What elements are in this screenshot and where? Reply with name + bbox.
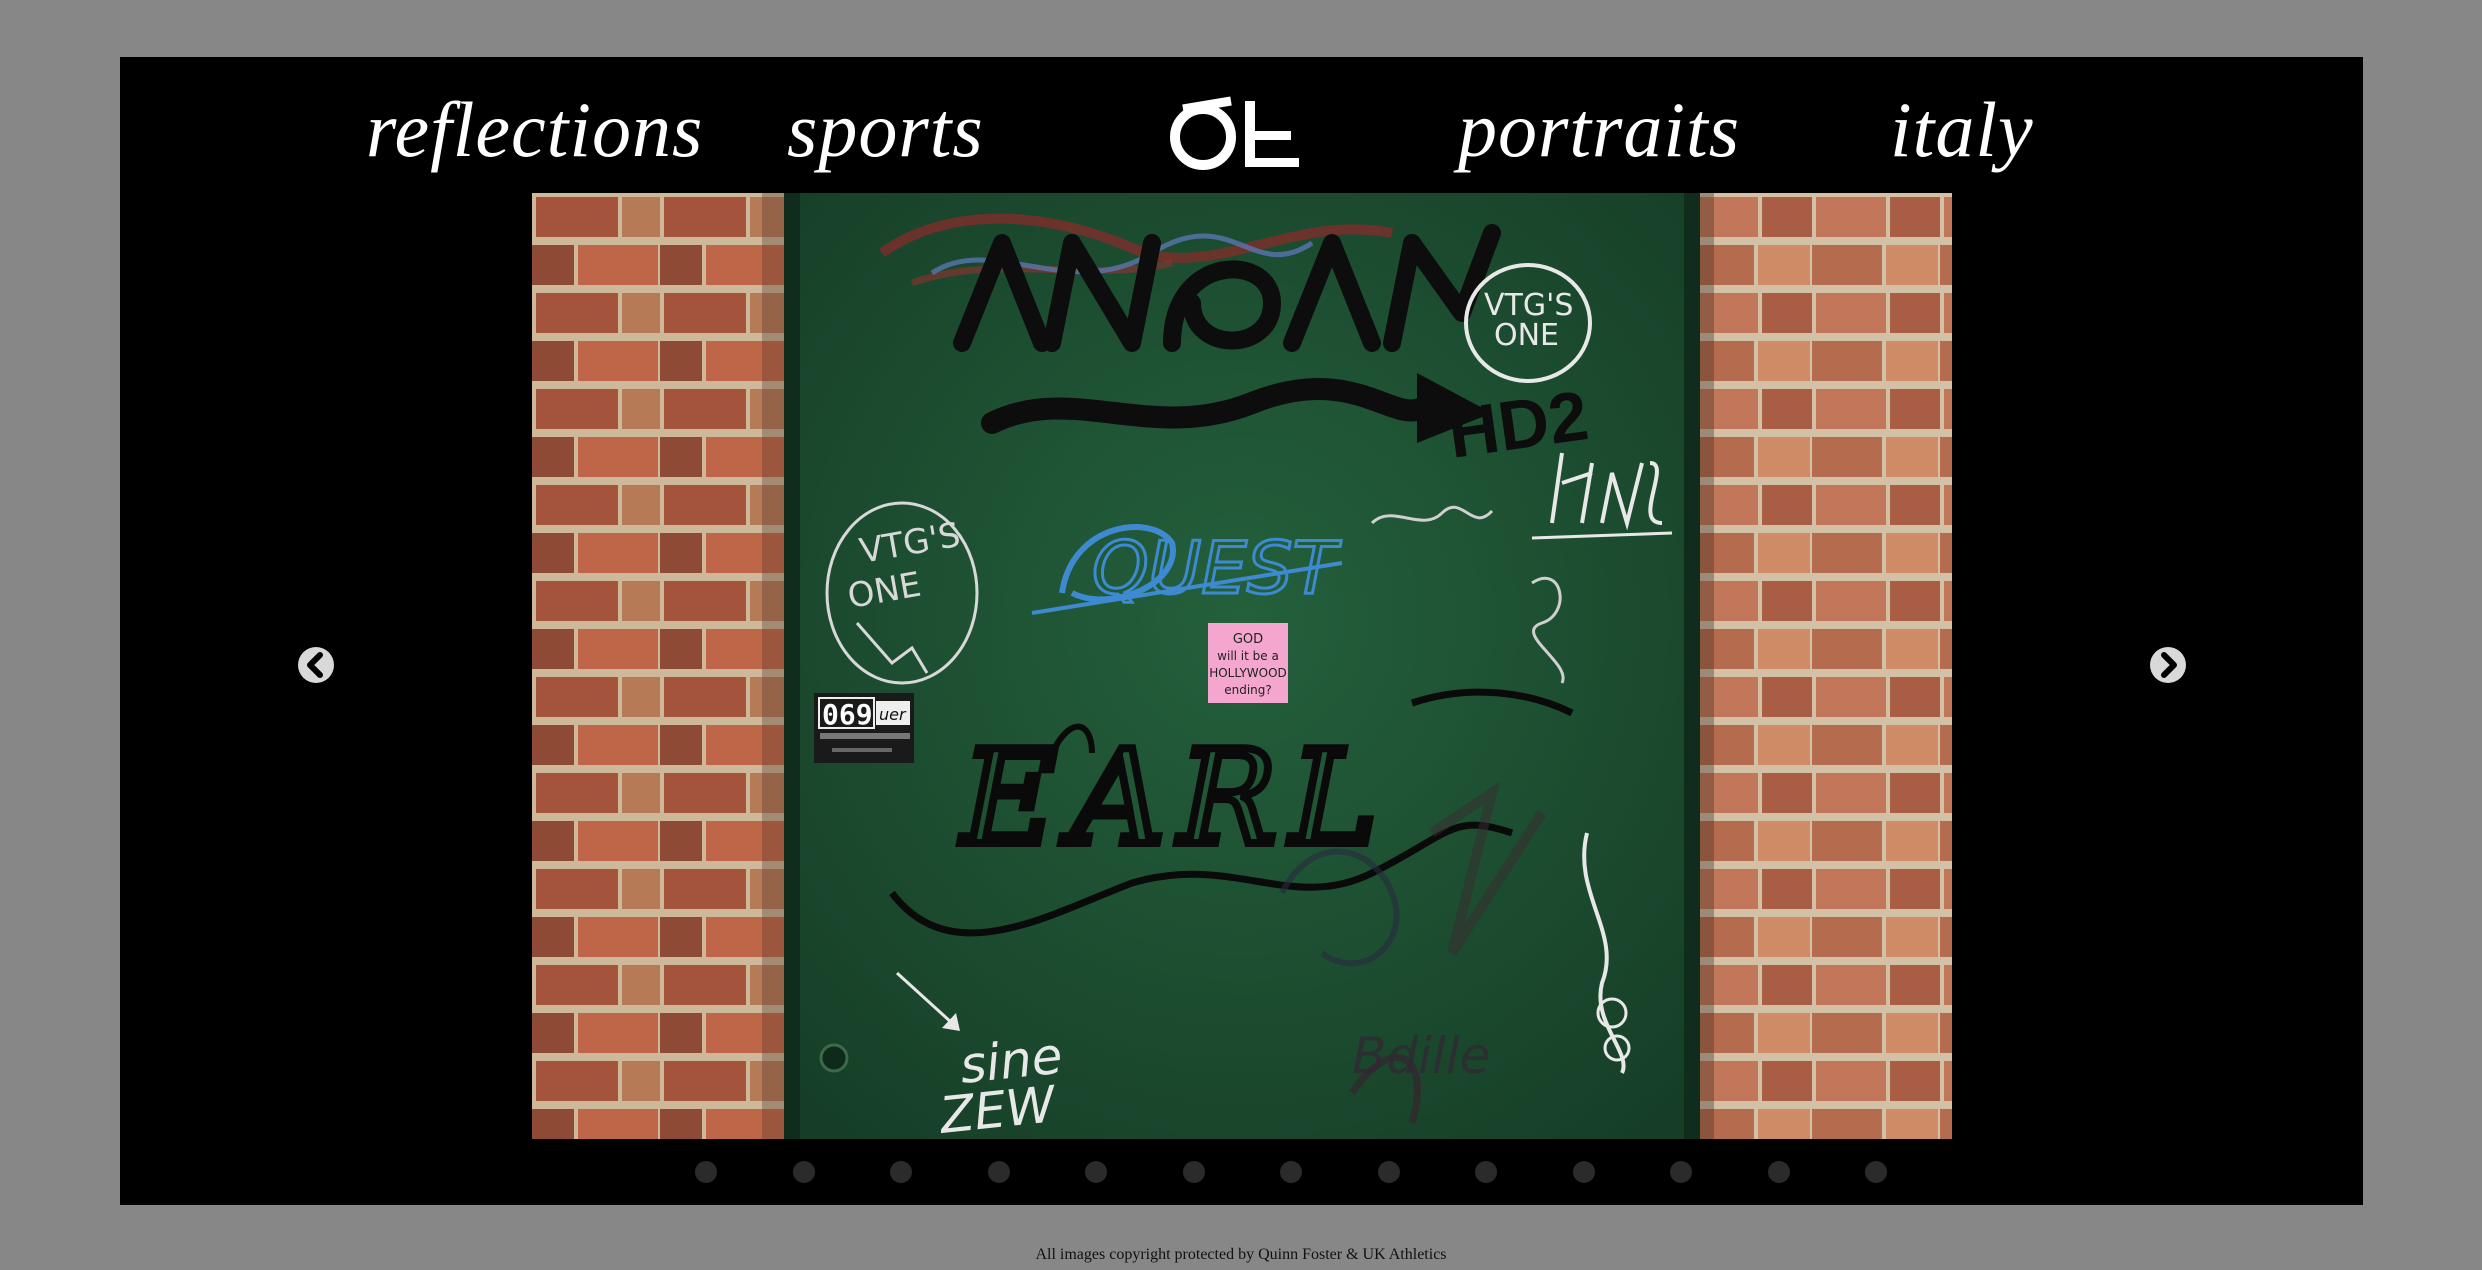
svg-text:will it be a: will it be a [1217,649,1279,663]
svg-text:ZEW: ZEW [935,1075,1059,1139]
svg-text:069: 069 [822,698,873,731]
chevron-left-circle-icon [307,652,323,678]
pink-sticker: GOD will it be a HOLLYWOOD ending? [1208,623,1288,703]
site-logo[interactable] [1169,95,1299,171]
slide-dot[interactable] [1280,1161,1302,1183]
chevron-right-circle-icon [2161,652,2177,678]
nav-link-italy[interactable]: italy [1890,91,2034,169]
slide-dot[interactable] [1085,1161,1107,1183]
black-sticker: 069 uer [814,693,914,763]
svg-text:uer: uer [879,705,907,724]
copyright-footer: All images copyright protected by Quinn … [1035,1246,1447,1263]
nav-link-portraits[interactable]: portraits [1458,91,1740,169]
slide-dot[interactable] [1670,1161,1692,1183]
gallery-frame: reflections sports portraits italy HD2 V… [120,57,2363,1205]
next-slide-button[interactable] [2150,647,2186,683]
slide-dot[interactable] [1767,1161,1790,1183]
svg-text:HOLLYWOOD: HOLLYWOOD [1209,666,1287,680]
svg-text:ONE: ONE [1494,318,1559,353]
svg-text:Bdille: Bdille [1352,1027,1490,1085]
nav-link-sports[interactable]: sports [787,91,984,169]
slide-dot[interactable] [1865,1161,1887,1183]
svg-text:ending?: ending? [1224,683,1272,697]
slide-dot[interactable] [890,1161,912,1183]
logo-mark-icon [1170,96,1299,170]
slide-indicator-dots [120,1161,2363,1185]
svg-text:GOD: GOD [1233,632,1263,647]
slideshow-photo: HD2 VTG'S ONE VTG'S ONE QUEST GOD will i… [532,193,1952,1139]
slide-dot[interactable] [1377,1161,1400,1183]
slide-dot[interactable] [1475,1161,1497,1183]
previous-slide-button[interactable] [298,647,334,683]
nav-link-reflections[interactable]: reflections [366,91,703,169]
slide-dot[interactable] [695,1161,717,1183]
slide-dot[interactable] [987,1161,1010,1183]
slide-dot[interactable] [1572,1161,1595,1183]
slide-dot[interactable] [1182,1161,1205,1183]
slide-dot[interactable] [792,1161,815,1183]
